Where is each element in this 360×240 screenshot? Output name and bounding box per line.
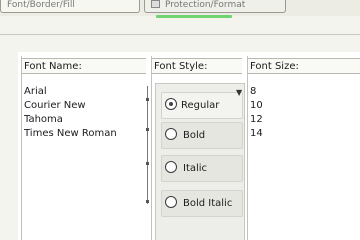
tab-label: Font/Border/Fill [7,0,75,10]
font-size-list: 8 10 12 14 [250,85,263,141]
font-name-item[interactable]: Courier New [24,99,117,113]
style-label: Italic [183,163,208,174]
tab-protection-format[interactable]: Protection/Format [144,0,286,13]
group-bracket [147,86,155,204]
bracket-dot [146,128,149,131]
tab-label: Protection/Format [165,0,246,10]
tab-strip: Font/Border/Fill Protection/Format [0,0,360,16]
tab-font-border-fill[interactable]: Font/Border/Fill [0,0,140,13]
style-label: Regular [181,100,220,111]
font-name-item[interactable]: Times New Roman [24,127,117,141]
style-option-italic[interactable]: Italic [161,155,243,182]
style-label: Bold Italic [183,198,233,209]
font-size-item[interactable]: 8 [250,85,263,99]
font-style-options: Regular Bold Italic Bold Italic [155,83,245,240]
font-size-item[interactable]: 10 [250,99,263,113]
style-option-regular[interactable]: Regular [161,92,243,119]
radio-icon [165,128,177,140]
style-option-bold[interactable]: Bold [161,122,243,149]
font-name-item[interactable]: Arial [24,85,117,99]
font-size-item[interactable]: 12 [250,113,263,127]
font-name-header: Font Name: [22,58,146,74]
radio-icon [165,196,177,208]
column-separator [247,56,248,240]
divider [0,34,360,35]
radio-icon [165,161,177,173]
tab-icon [151,0,160,8]
scroll-down-arrow-icon[interactable]: ▼ [236,88,242,97]
font-size-header: Font Size: [248,58,360,74]
font-name-item[interactable]: Tahoma [24,113,117,127]
bracket-dot [146,98,149,101]
style-label: Bold [183,130,206,141]
style-option-bold-italic[interactable]: Bold Italic [161,190,243,217]
font-style-header: Font Style: [152,58,242,74]
bracket-dot [146,200,149,203]
radio-selected-icon [165,98,177,110]
active-tab-indicator [156,15,232,18]
bracket-dot [146,162,149,165]
font-size-item[interactable]: 14 [250,127,263,141]
column-separator [21,56,22,240]
font-name-list: Arial Courier New Tahoma Times New Roman [24,85,117,141]
